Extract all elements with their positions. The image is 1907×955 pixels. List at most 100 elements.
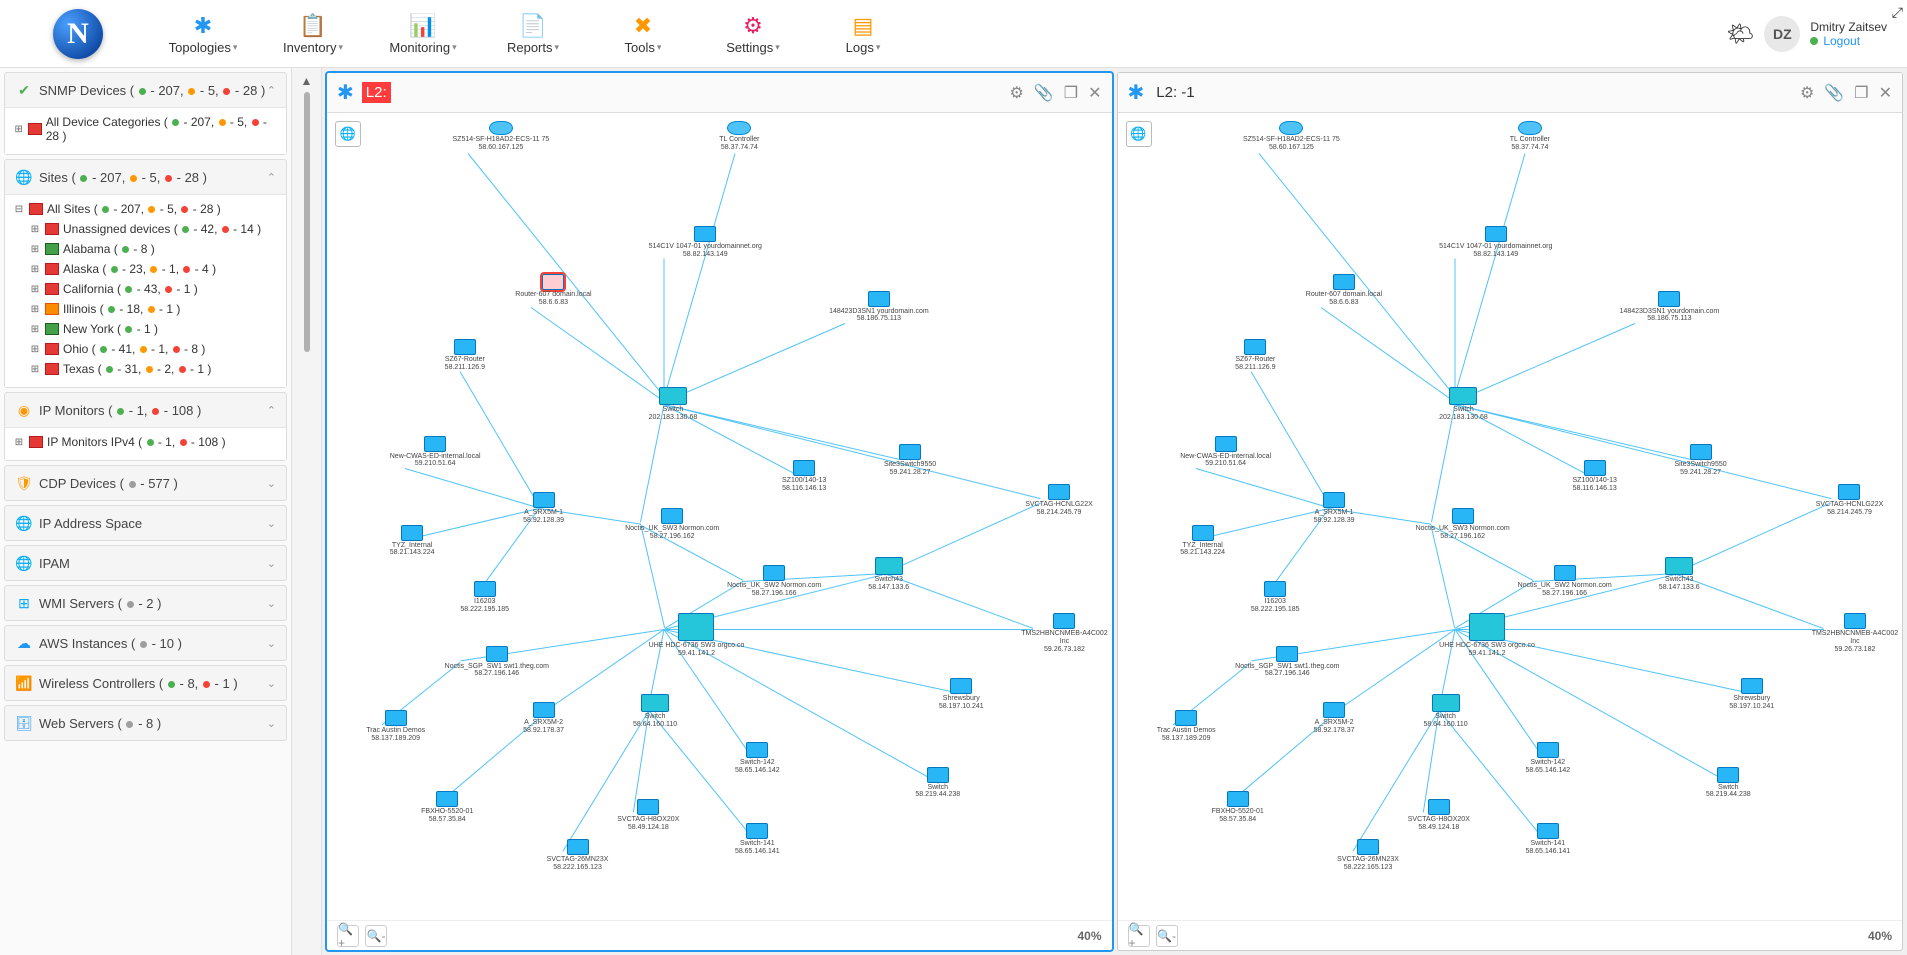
nav-tools[interactable]: ✖Tools▾ xyxy=(588,6,698,61)
topology-node[interactable]: TL Controller58.37.74.74 xyxy=(719,121,759,151)
nav-logs[interactable]: ▤Logs▾ xyxy=(808,6,918,61)
expand-icon[interactable]: ⊞ xyxy=(29,264,41,275)
scroll-handle[interactable] xyxy=(304,92,310,352)
topology-node[interactable]: 148423D3SN1 yourdomain.com58.186.75.113 xyxy=(829,291,929,323)
topology-node[interactable]: Noctis_UK_SW3 Normon.com58.27.196.162 xyxy=(625,508,719,540)
topology-node[interactable]: Switch-14258.65.146.142 xyxy=(735,742,780,774)
gear-icon[interactable]: ⚙ xyxy=(1009,83,1023,103)
logo[interactable]: N xyxy=(8,9,148,59)
nav-reports[interactable]: 📄Reports▾ xyxy=(478,6,588,61)
topology-node[interactable]: SVCTAG-HCNLG22X58.214.245.79 xyxy=(1816,484,1884,516)
topology-node[interactable]: SVCTAG-H8OX20X58.49.124.18 xyxy=(617,799,679,831)
topology-node[interactable]: TMS2HBNCNMEB-A4C002 Inc59.26.73.182 xyxy=(1808,613,1902,653)
topology-node[interactable]: Trac Austin Demos58.137.189.209 xyxy=(1157,710,1216,742)
expand-icon[interactable]: ⊞ xyxy=(29,364,41,375)
tree-row-all-sites[interactable]: ⊟ All Sites ( - 207, - 5, - 28 ) xyxy=(11,199,280,219)
topology-canvas-right[interactable]: 🌐 SZ514-SF-H18AD2-ECS-11 7558.60.167.125… xyxy=(1118,113,1903,920)
topology-node[interactable]: Shrewsbury58.197.10.241 xyxy=(1729,678,1774,710)
tree-row-site[interactable]: ⊞Alabama ( - 8 ) xyxy=(11,239,280,259)
topology-node[interactable]: TYZ_Internal58.21.143.224 xyxy=(1180,525,1225,557)
expand-icon[interactable]: ⊞ xyxy=(29,324,41,335)
panel-header-ipmon[interactable]: ◉ IP Monitors ( - 1, - 108 ) ⌃ xyxy=(5,393,286,427)
zoom-out-button[interactable]: 🔍- xyxy=(1156,925,1178,947)
topology-node[interactable]: SZ100/140-1358.116.146.13 xyxy=(1573,460,1617,492)
topology-node[interactable]: SZ67-Router58.211.126.9 xyxy=(445,339,485,371)
panel-header-wmi[interactable]: ⊞ WMI Servers ( - 2 ) ⌄ xyxy=(5,586,286,620)
globe-button[interactable]: 🌐 xyxy=(1126,121,1152,147)
topology-node[interactable]: I1620358.222.195.185 xyxy=(1251,581,1300,613)
attach-icon[interactable]: 📎 xyxy=(1824,83,1844,103)
duplicate-icon[interactable]: ❐ xyxy=(1064,83,1078,103)
expand-icon[interactable]: ⊞ xyxy=(29,284,41,295)
expand-icon[interactable]: ⊞ xyxy=(29,344,41,355)
topology-node[interactable]: Switch58.64.160.110 xyxy=(1423,694,1467,728)
topology-node[interactable]: Switch58.219.44.238 xyxy=(1706,767,1751,799)
tree-row-site[interactable]: ⊞Ohio ( - 41, - 1, - 8 ) xyxy=(11,339,280,359)
topology-node[interactable]: Switch4358.147.133.6 xyxy=(1659,557,1700,591)
topology-node[interactable]: SVCTAG-26MN23X58.222.165.123 xyxy=(547,839,609,871)
tree-row-site[interactable]: ⊞California ( - 43, - 1 ) xyxy=(11,279,280,299)
topology-node[interactable]: TMS2HBNCNMEB-A4C002 Inc59.26.73.182 xyxy=(1017,613,1111,653)
topology-node[interactable]: UHE HDC-6736 SW3 orgco.co59.41.141.2 xyxy=(1439,613,1535,657)
expand-icon[interactable]: ⊞ xyxy=(29,244,41,255)
panel-header-snmp[interactable]: ✔ SNMP Devices ( - 207, - 5, - 28 ) ⌃ xyxy=(5,73,286,107)
duplicate-icon[interactable]: ❐ xyxy=(1854,83,1868,103)
topology-node[interactable]: New-CWAS-ED-internal.local59.210.51.64 xyxy=(1180,436,1271,468)
collapse-icon[interactable]: ⊟ xyxy=(13,204,25,215)
expand-icon[interactable]: ⊞ xyxy=(29,304,41,315)
zoom-out-button[interactable]: 🔍- xyxy=(365,925,387,947)
topology-node[interactable]: A_SRX5M-258.92.178.37 xyxy=(1314,702,1355,734)
topology-node[interactable]: SVCTAG-HCNLG22X58.214.245.79 xyxy=(1025,484,1093,516)
panel-header-web[interactable]: 🗄 Web Servers ( - 8 ) ⌄ xyxy=(5,706,286,740)
topology-node[interactable]: SVCTAG-H8OX20X58.49.124.18 xyxy=(1408,799,1470,831)
panel-header-wireless[interactable]: 📶 Wireless Controllers ( - 8, - 1 ) ⌄ xyxy=(5,666,286,700)
topology-node[interactable]: Switch58.64.160.110 xyxy=(633,694,677,728)
topology-node[interactable]: Noctis_UK_SW2 Normon.com58.27.196.166 xyxy=(727,565,821,597)
tree-row-site[interactable]: ⊞Alaska ( - 23, - 1, - 4 ) xyxy=(11,259,280,279)
scroll-rail[interactable]: ▲ xyxy=(292,68,322,955)
logout-link[interactable]: Logout xyxy=(1823,34,1860,48)
topology-node[interactable]: New-CWAS-ED-internal.local59.210.51.64 xyxy=(390,436,481,468)
nav-settings[interactable]: ⚙Settings▾ xyxy=(698,6,808,61)
topology-node[interactable]: Shrewsbury58.197.10.241 xyxy=(939,678,984,710)
topology-node[interactable]: Switch58.219.44.238 xyxy=(915,767,960,799)
zoom-in-button[interactable]: 🔍+ xyxy=(1128,925,1150,947)
tree-row-ipmon-ipv4[interactable]: ⊞ IP Monitors IPv4 ( - 1, - 108 ) xyxy=(11,432,280,452)
topology-node[interactable]: TYZ_Internal58.21.143.224 xyxy=(390,525,435,557)
topology-node[interactable]: 514C1V 1047-01 yourdomainnet.org58.82.14… xyxy=(649,226,762,258)
tree-row-site[interactable]: ⊞New York ( - 1 ) xyxy=(11,319,280,339)
topology-node[interactable]: A_SRX5M-158.92.128.39 xyxy=(1314,492,1355,524)
topology-node[interactable]: 514C1V 1047-01 yourdomainnet.org58.82.14… xyxy=(1439,226,1552,258)
topology-node[interactable]: Noctis_UK_SW2 Normon.com58.27.196.166 xyxy=(1518,565,1612,597)
topology-node[interactable]: Switch-14258.65.146.142 xyxy=(1525,742,1570,774)
tree-row-site[interactable]: ⊞Unassigned devices ( - 42, - 14 ) xyxy=(11,219,280,239)
topology-node[interactable]: Switch202.183.130.68 xyxy=(649,387,698,421)
nav-topologies[interactable]: ✱Topologies▾ xyxy=(148,6,258,61)
topology-node[interactable]: FBXHO-5520-0158.57.35.84 xyxy=(1212,791,1264,823)
expand-icon[interactable]: ⊞ xyxy=(13,124,24,135)
topology-node[interactable]: Noctis_SGP_SW1 swt1.theg.com58.27.196.14… xyxy=(1235,646,1339,678)
nav-inventory[interactable]: 📋Inventory▾ xyxy=(258,6,368,61)
gear-icon[interactable]: ⚙ xyxy=(1800,83,1814,103)
topology-node[interactable]: Switch202.183.130.68 xyxy=(1439,387,1488,421)
tree-row-site[interactable]: ⊞Illinois ( - 18, - 1 ) xyxy=(11,299,280,319)
user-avatar[interactable]: DZ xyxy=(1764,16,1800,52)
topology-node[interactable]: SZ67-Router58.211.126.9 xyxy=(1235,339,1275,371)
panel-header-sites[interactable]: 🌐 Sites ( - 207, - 5, - 28 ) ⌃ xyxy=(5,160,286,194)
topology-node[interactable]: Switch-14158.65.146.141 xyxy=(735,823,780,855)
topology-node[interactable]: A_SRX5M-158.92.128.39 xyxy=(523,492,564,524)
topology-node[interactable]: Noctis_SGP_SW1 swt1.theg.com58.27.196.14… xyxy=(445,646,549,678)
nav-monitoring[interactable]: 📊Monitoring▾ xyxy=(368,6,478,61)
topology-node[interactable]: Router-607 domain.local58.6.6.83 xyxy=(515,274,591,306)
topology-node[interactable]: SZ514-SF-H18AD2-ECS-11 7558.60.167.125 xyxy=(453,121,550,151)
topology-node[interactable]: I1620358.222.195.185 xyxy=(460,581,509,613)
attach-icon[interactable]: 📎 xyxy=(1034,83,1054,103)
expand-icon[interactable]: ⊞ xyxy=(29,224,41,235)
topology-canvas-left[interactable]: 🌐 SZ514-SF-H18AD2-ECS-11 7558.60.167.125… xyxy=(327,113,1112,920)
topology-node[interactable]: 148423D3SN1 yourdomain.com58.186.75.113 xyxy=(1620,291,1720,323)
topology-node[interactable]: TL Controller58.37.74.74 xyxy=(1510,121,1550,151)
topology-node[interactable]: A_SRX5M-258.92.178.37 xyxy=(523,702,564,734)
close-icon[interactable]: ✕ xyxy=(1879,83,1892,103)
panel-header-cdp[interactable]: 🛡 CDP Devices ( - 577 ) ⌄ xyxy=(5,466,286,500)
topology-node[interactable]: Site3Switch955059.241.28.27 xyxy=(1674,444,1726,476)
